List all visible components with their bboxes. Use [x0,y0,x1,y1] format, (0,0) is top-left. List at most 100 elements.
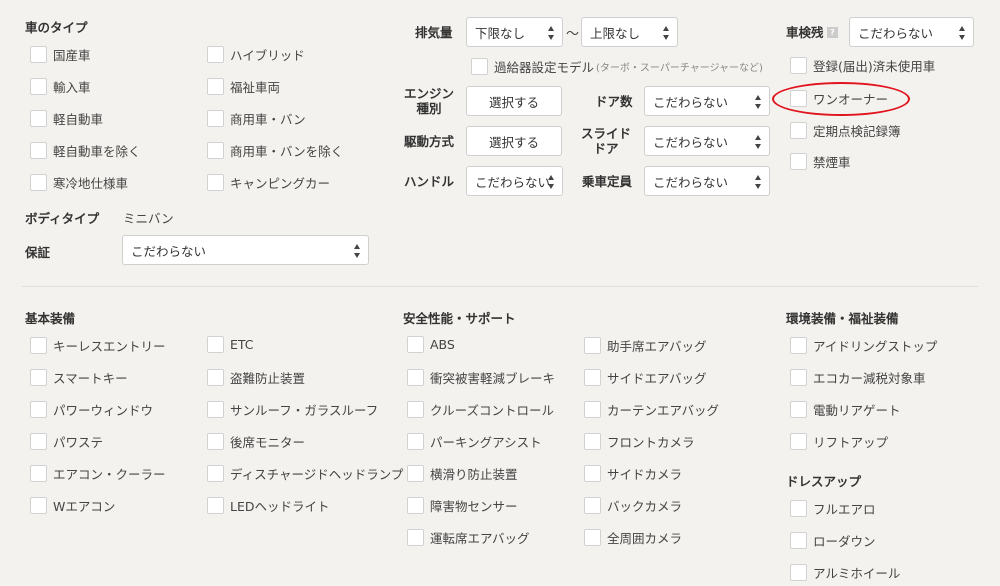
checkbox-box[interactable] [407,401,424,418]
displacement-max-select[interactable]: 上限なし [581,17,678,47]
checkbox-box[interactable] [207,369,224,386]
help-icon[interactable]: ? [827,27,838,38]
checkbox-box[interactable] [30,142,47,159]
checkbox-box[interactable] [584,529,601,546]
checkbox-abs[interactable]: ABS [407,336,455,353]
checkbox-box[interactable] [407,497,424,514]
checkbox-box[interactable] [471,58,488,75]
checkbox-box[interactable] [790,500,807,517]
slide-door-select[interactable]: こだわらない [644,126,770,156]
checkbox-box[interactable] [407,433,424,450]
capacity-select[interactable]: こだわらない [644,166,770,196]
doors-select[interactable]: こだわらない [644,86,770,116]
checkbox-box[interactable] [207,46,224,63]
checkbox-alloy-wheel[interactable]: アルミホイール [790,563,900,582]
checkbox-box[interactable] [30,337,47,354]
engine-select-button[interactable]: 選択する [466,86,562,116]
checkbox-box[interactable] [30,433,47,450]
checkbox-passenger-airbag[interactable]: 助手席エアバッグ [584,336,707,355]
checkbox-box[interactable] [790,153,807,170]
checkbox-hybrid[interactable]: ハイブリッド [207,45,305,64]
checkbox-sunroof[interactable]: サンルーフ・ガラスルーフ [207,400,378,419]
checkbox-hid[interactable]: ディスチャージドヘッドランプ [207,464,403,483]
checkbox-skid-prevention[interactable]: 横滑り防止装置 [407,464,518,483]
checkbox-turbo[interactable]: 過給器設定モデル (ターボ・スーパーチャージャーなど) [471,57,763,76]
checkbox-box[interactable] [30,369,47,386]
checkbox-exclude-kei[interactable]: 軽自動車を除く [30,141,141,160]
checkbox-box[interactable] [207,336,224,353]
checkbox-box[interactable] [790,337,807,354]
checkbox-box[interactable] [207,497,224,514]
checkbox-registered-unused[interactable]: 登録(届出)済未使用車 [790,56,935,75]
checkbox-box[interactable] [407,336,424,353]
checkbox-power-steering[interactable]: パワステ [30,432,103,451]
checkbox-eco-tax[interactable]: エコカー減税対象車 [790,368,926,387]
checkbox-box[interactable] [207,401,224,418]
checkbox-welfare[interactable]: 福祉車両 [207,77,280,96]
checkbox-box[interactable] [207,174,224,191]
checkbox-cold-spec[interactable]: 寒冷地仕様車 [30,173,128,192]
checkbox-box[interactable] [584,369,601,386]
checkbox-power-window[interactable]: パワーウィンドウ [30,400,153,419]
checkbox-box[interactable] [790,401,807,418]
checkbox-side-camera[interactable]: サイドカメラ [584,464,682,483]
checkbox-box[interactable] [584,337,601,354]
checkbox-box[interactable] [790,57,807,74]
checkbox-led-headlight[interactable]: LEDヘッドライト [207,496,330,515]
displacement-min-select[interactable]: 下限なし [466,17,563,47]
checkbox-camping[interactable]: キャンピングカー [207,173,330,192]
checkbox-box[interactable] [407,529,424,546]
checkbox-kei[interactable]: 軽自動車 [30,109,103,128]
checkbox-box[interactable] [30,78,47,95]
inspection-select[interactable]: こだわらない [849,17,974,47]
warranty-select[interactable]: こだわらない [122,235,369,265]
checkbox-box[interactable] [584,433,601,450]
checkbox-surround-camera[interactable]: 全周囲カメラ [584,528,682,547]
checkbox-commercial[interactable]: 商用車・バン [207,109,306,128]
checkbox-box[interactable] [207,110,224,127]
checkbox-box[interactable] [407,465,424,482]
checkbox-collision-brake[interactable]: 衝突被害軽減ブレーキ [407,368,555,387]
checkbox-box[interactable] [584,497,601,514]
checkbox-domestic[interactable]: 国産車 [30,45,91,64]
checkbox-box[interactable] [790,564,807,581]
checkbox-etc[interactable]: ETC [207,336,254,353]
checkbox-rear-monitor[interactable]: 後席モニター [207,432,305,451]
checkbox-box[interactable] [790,369,807,386]
checkbox-box[interactable] [30,401,47,418]
checkbox-low-down[interactable]: ローダウン [790,531,876,550]
checkbox-aircon[interactable]: エアコン・クーラー [30,464,166,483]
checkbox-box[interactable] [790,122,807,139]
checkbox-front-camera[interactable]: フロントカメラ [584,432,695,451]
checkbox-curtain-airbag[interactable]: カーテンエアバッグ [584,400,719,419]
checkbox-box[interactable] [207,465,224,482]
checkbox-anti-theft[interactable]: 盗難防止装置 [207,368,305,387]
checkbox-side-airbag[interactable]: サイドエアバッグ [584,368,707,387]
checkbox-full-aero[interactable]: フルエアロ [790,499,876,518]
checkbox-imported[interactable]: 輸入車 [30,77,91,96]
checkbox-box[interactable] [207,142,224,159]
checkbox-lift-up[interactable]: リフトアップ [790,432,888,451]
checkbox-box[interactable] [207,433,224,450]
checkbox-box[interactable] [207,78,224,95]
checkbox-power-tailgate[interactable]: 電動リアゲート [790,400,901,419]
checkbox-back-camera[interactable]: バックカメラ [584,496,682,515]
checkbox-w-aircon[interactable]: Wエアコン [30,496,115,515]
checkbox-box[interactable] [790,532,807,549]
checkbox-box[interactable] [30,174,47,191]
checkbox-non-smoking[interactable]: 禁煙車 [790,152,851,171]
checkbox-box[interactable] [407,369,424,386]
checkbox-exclude-commercial[interactable]: 商用車・バンを除く [207,141,343,160]
checkbox-box[interactable] [30,465,47,482]
checkbox-cruise-control[interactable]: クルーズコントロール [407,400,554,419]
checkbox-box[interactable] [30,110,47,127]
checkbox-box[interactable] [30,497,47,514]
checkbox-box[interactable] [790,433,807,450]
drive-select-button[interactable]: 選択する [466,126,562,156]
handle-select[interactable]: こだわらない [466,166,563,196]
checkbox-keyless[interactable]: キーレスエントリー [30,336,166,355]
checkbox-smart-key[interactable]: スマートキー [30,368,128,387]
body-type-value[interactable]: ミニバン [123,208,174,227]
checkbox-box[interactable] [30,46,47,63]
checkbox-parking-assist[interactable]: パーキングアシスト [407,432,542,451]
